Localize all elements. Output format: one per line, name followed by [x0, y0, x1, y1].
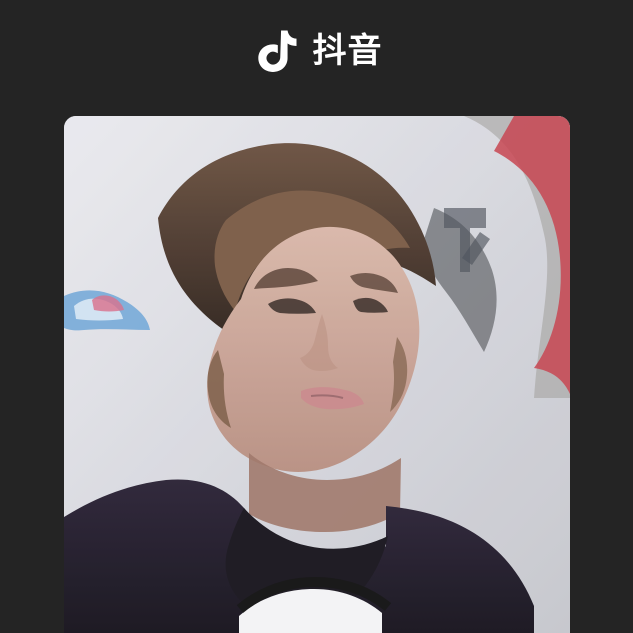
app-screen: 抖音: [0, 0, 633, 633]
tiktok-note-icon: [257, 30, 296, 72]
portrait-photo: [64, 116, 570, 633]
video-card[interactable]: [64, 116, 570, 633]
app-name: 抖音: [312, 31, 383, 71]
app-header: 抖音: [0, 20, 633, 80]
